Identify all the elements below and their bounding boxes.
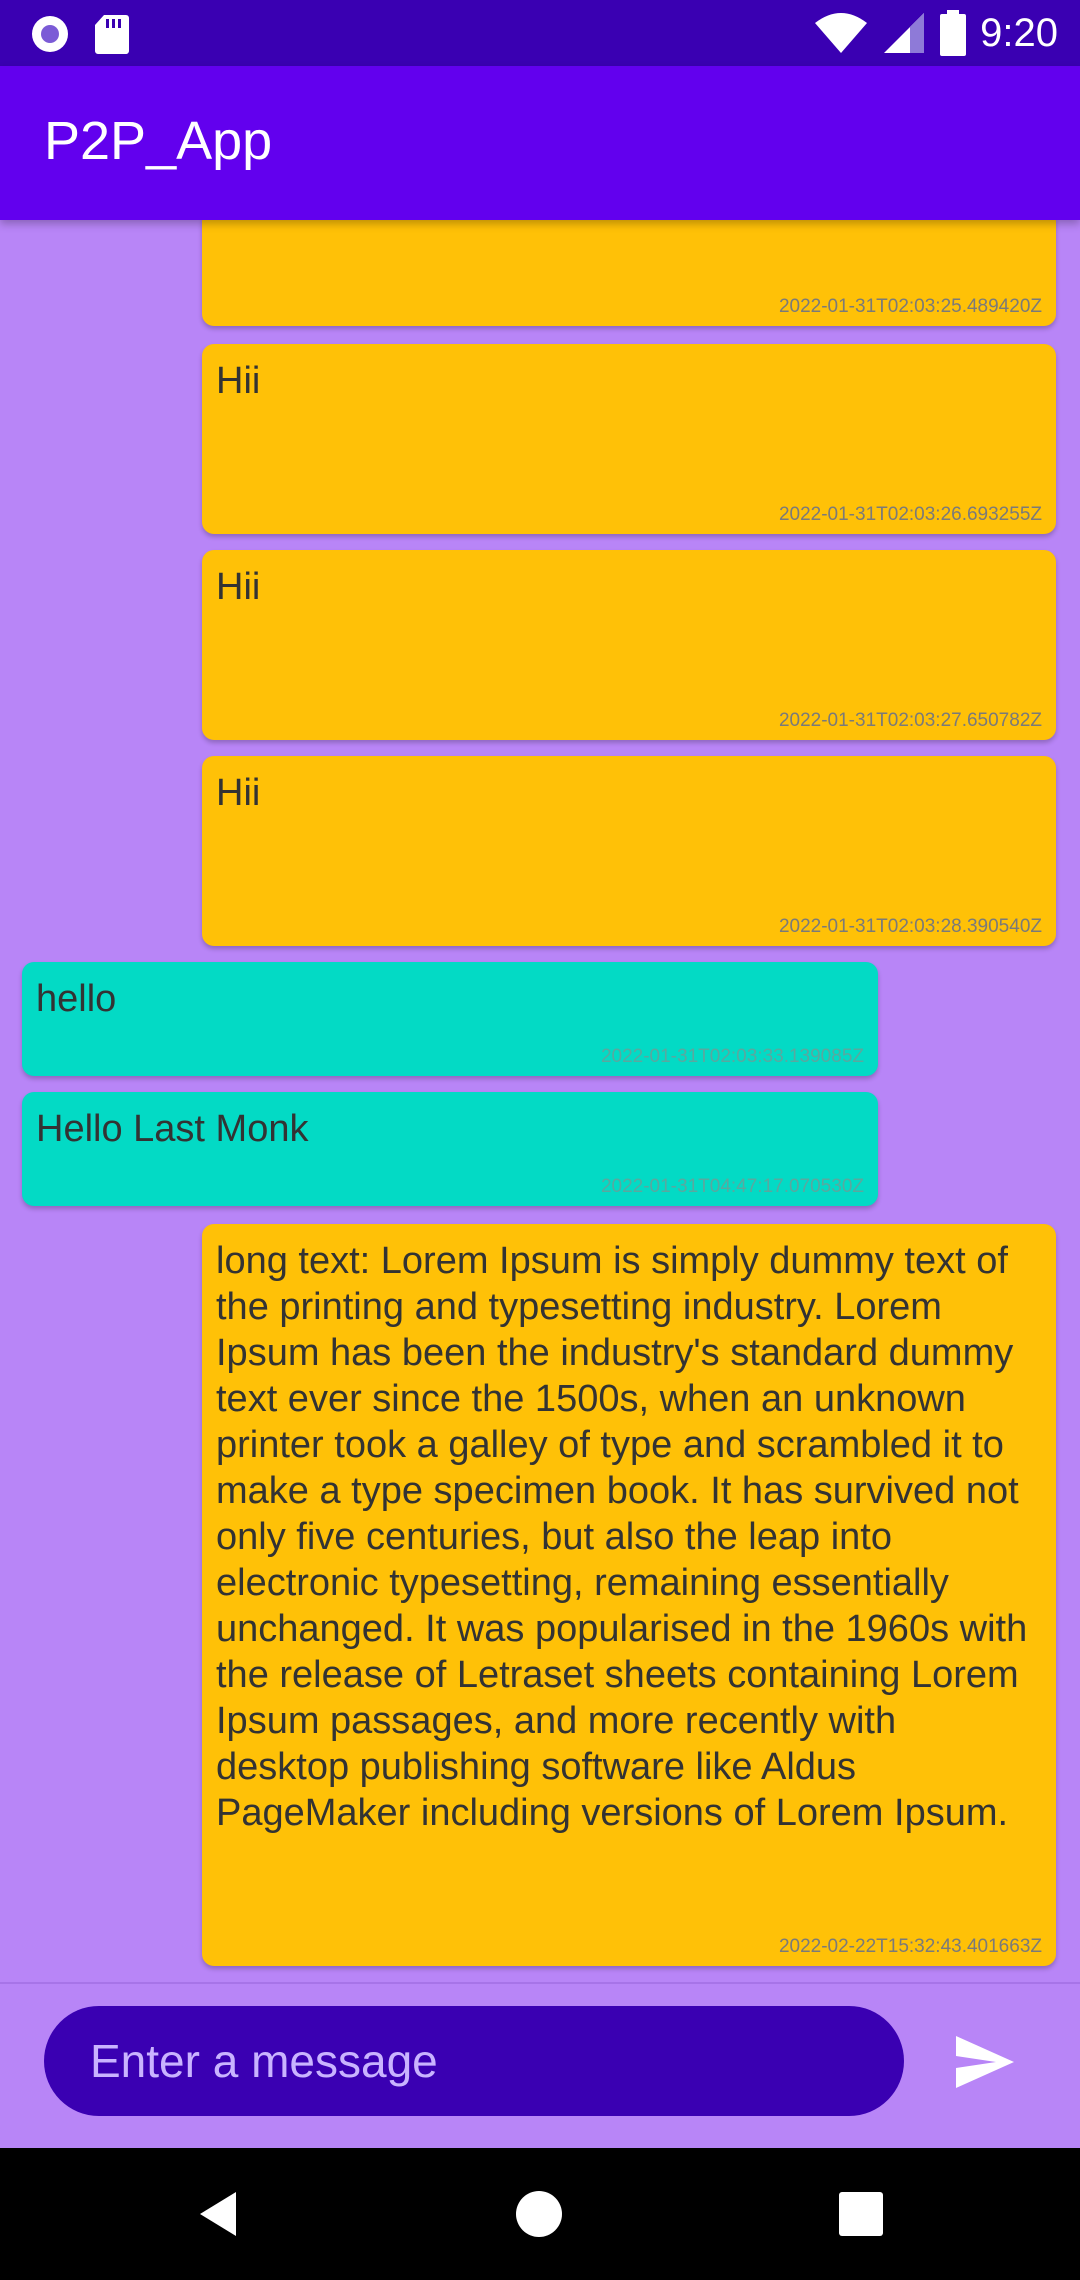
send-icon[interactable] <box>952 2030 1016 2094</box>
message-timestamp: 2022-01-31T02:03:27.650782Z <box>778 710 1042 731</box>
message-timestamp: 2022-01-31T02:03:25.489420Z <box>778 296 1042 317</box>
back-icon[interactable] <box>192 2186 248 2242</box>
message-text: hello <box>36 978 117 1020</box>
status-bar: 9:20 <box>0 0 1080 66</box>
home-icon[interactable] <box>511 2186 567 2242</box>
message-bubble-incoming: hello 2022-01-31T02:03:33.139085Z <box>22 962 878 1076</box>
message-bubble-outgoing: Hii 2022-01-31T02:03:27.650782Z <box>202 550 1056 740</box>
message-timestamp: 2022-01-31T02:03:33.139085Z <box>600 1046 864 1067</box>
recents-icon[interactable] <box>833 2186 889 2242</box>
sd-card-icon <box>95 15 129 54</box>
message-bubble-outgoing: Hii 2022-01-31T02:03:26.693255Z <box>202 344 1056 534</box>
message-timestamp: 2022-01-31T04:47:17.070530Z <box>600 1176 864 1197</box>
message-bubble-outgoing: Hii 2022-01-31T02:03:28.390540Z <box>202 756 1056 946</box>
message-text: long text: Lorem Ipsum is simply dummy t… <box>216 1240 1028 1834</box>
message-input[interactable] <box>88 2033 904 2089</box>
message-timestamp: 2022-02-22T15:32:43.401663Z <box>778 1936 1042 1957</box>
signal-icon <box>884 13 925 53</box>
circle-notification-icon <box>32 16 68 52</box>
message-text: Hii <box>216 772 261 814</box>
message-text: Hii <box>216 566 261 608</box>
message-composer <box>0 1984 1080 2148</box>
message-bubble-outgoing: long text: Lorem Ipsum is simply dummy t… <box>202 1224 1056 1966</box>
system-nav-bar <box>0 2148 1080 2280</box>
message-text: Hii <box>216 360 261 402</box>
wifi-icon <box>815 13 868 53</box>
message-list[interactable]: 2022-01-31T02:03:25.489420Z Hii 2022-01-… <box>0 220 1080 1982</box>
message-bubble-outgoing: 2022-01-31T02:03:25.489420Z <box>202 220 1056 326</box>
message-text: Hello Last Monk <box>36 1108 309 1150</box>
app-title: P2P_App <box>44 111 273 171</box>
message-input-container[interactable] <box>44 2006 904 2116</box>
app-bar: P2P_App <box>0 66 1080 220</box>
message-bubble-incoming: Hello Last Monk 2022-01-31T04:47:17.0705… <box>22 1092 878 1206</box>
message-timestamp: 2022-01-31T02:03:26.693255Z <box>778 504 1042 525</box>
message-timestamp: 2022-01-31T02:03:28.390540Z <box>778 916 1042 937</box>
status-time: 9:20 <box>980 11 1058 55</box>
battery-icon <box>940 10 967 56</box>
